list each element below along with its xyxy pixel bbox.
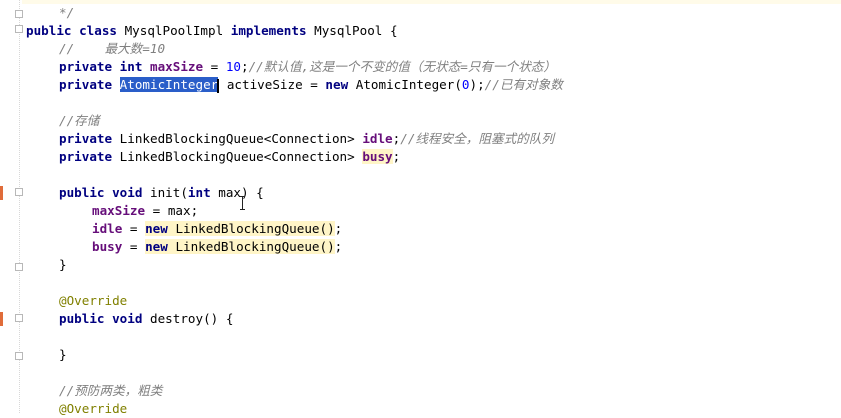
code-token: ; (334, 221, 343, 236)
fold-marker-icon[interactable] (15, 352, 23, 360)
code-token: busy (362, 149, 393, 164)
code-token: int (187, 185, 219, 200)
code-line[interactable]: private LinkedBlockingQueue<Connection> … (59, 130, 554, 148)
code-token: maxSize (92, 203, 146, 218)
code-token: //已有对象数 (484, 77, 563, 92)
fold-marker-icon[interactable] (15, 25, 23, 33)
code-token: = (122, 221, 146, 236)
code-token: maxSize (150, 59, 204, 74)
code-token: = max; (145, 203, 199, 218)
code-line[interactable]: maxSize = max; (92, 202, 198, 220)
code-line[interactable]: } (59, 346, 67, 364)
code-token: new (145, 239, 176, 254)
code-token: LinkedBlockingQueue() (175, 239, 335, 254)
code-token: new (145, 221, 176, 236)
fold-marker-icon[interactable] (15, 10, 23, 18)
code-token: implements (230, 23, 315, 38)
code-token: 10 (225, 59, 241, 74)
code-line[interactable]: //存储 (59, 112, 99, 130)
code-token: private int (59, 59, 150, 74)
code-token: destroy() { (150, 311, 234, 326)
fold-marker-icon[interactable] (15, 188, 23, 196)
code-token: LinkedBlockingQueue() (175, 221, 335, 236)
change-marker-icon[interactable] (0, 186, 3, 200)
code-token: //线程安全，阻塞式的队列 (400, 131, 554, 146)
code-token: } (59, 257, 67, 272)
code-token: 0 (461, 77, 470, 92)
code-token: public class (26, 23, 125, 38)
change-marker-icon[interactable] (0, 312, 3, 326)
code-token: MysqlPool { (314, 23, 398, 38)
code-line[interactable]: @Override (59, 292, 127, 310)
code-token: ; (392, 149, 401, 164)
code-line[interactable]: private AtomicInteger activeSize = new A… (59, 76, 563, 94)
code-token: init( (150, 185, 188, 200)
code-token: @Override (59, 293, 128, 308)
code-token: = (122, 239, 146, 254)
code-token: activeSize = (219, 77, 326, 92)
code-line[interactable]: public void destroy() { (59, 310, 233, 328)
code-token: //默认值,这是一个不变的值（无状态=只有一个状态） (248, 59, 556, 74)
code-token: ; (241, 59, 249, 74)
code-token: private (59, 131, 120, 146)
code-token: } (59, 347, 67, 362)
code-token: @Override (59, 401, 128, 416)
code-line[interactable]: busy = new LinkedBlockingQueue(); (92, 238, 342, 256)
code-line[interactable]: idle = new LinkedBlockingQueue(); (92, 220, 342, 238)
code-token: LinkedBlockingQueue<Connection> (119, 131, 363, 146)
code-line[interactable]: private int maxSize = 10;//默认值,这是一个不变的值（… (59, 58, 556, 76)
code-token: MysqlPoolImpl (124, 23, 231, 38)
code-token: busy (92, 239, 123, 254)
code-token: */ (59, 5, 75, 20)
code-token: public void (59, 311, 150, 326)
code-token: public void (59, 185, 150, 200)
code-line[interactable]: // 最大数=10 (59, 40, 165, 58)
code-token: private (59, 149, 120, 164)
code-token: AtomicInteger( (355, 77, 462, 92)
code-token: new (325, 77, 356, 92)
code-token: ); (469, 77, 485, 92)
code-token: //存储 (59, 113, 100, 128)
code-token: private (59, 77, 120, 92)
code-line[interactable]: */ (59, 4, 74, 22)
editor-gutter[interactable] (0, 0, 23, 413)
code-token: AtomicInteger (119, 77, 219, 92)
fold-marker-icon[interactable] (15, 314, 23, 322)
text-cursor-icon (240, 196, 246, 210)
code-line[interactable]: //预防两类，粗类 (59, 382, 162, 400)
code-token: idle (362, 131, 393, 146)
code-line[interactable]: } (59, 256, 67, 274)
code-token: // 最大数=10 (59, 41, 166, 56)
current-line-band (22, 0, 841, 4)
code-token: //预防两类，粗类 (59, 383, 163, 398)
code-token: LinkedBlockingQueue<Connection> (119, 149, 363, 164)
code-line[interactable]: @Override (59, 400, 127, 418)
code-line[interactable]: private LinkedBlockingQueue<Connection> … (59, 148, 400, 166)
code-token: ; (334, 239, 343, 254)
code-line[interactable]: public void init(int max) { (59, 184, 264, 202)
code-token: = (203, 59, 226, 74)
fold-marker-icon[interactable] (15, 263, 23, 271)
code-token: idle (92, 221, 123, 236)
code-line[interactable]: public class MysqlPoolImpl implements My… (26, 22, 398, 40)
